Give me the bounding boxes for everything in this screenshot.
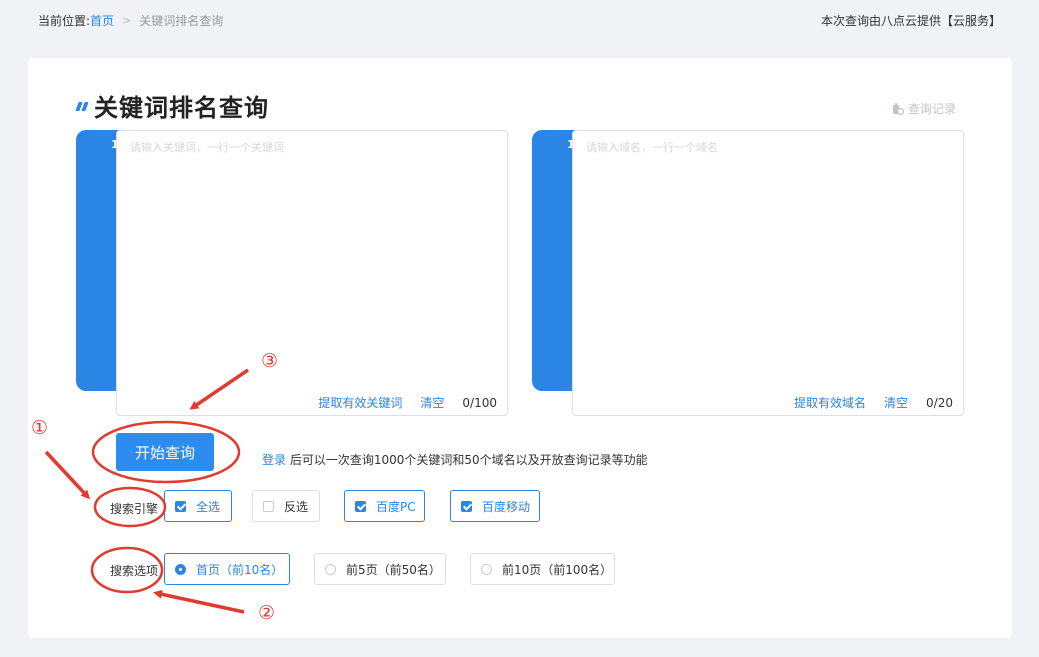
page-title: 关键词排名查询 bbox=[94, 94, 269, 122]
top-bar: 当前位置: 首页 > 关键词排名查询 本次查询由八点云提供【云服务】 bbox=[0, 0, 1039, 40]
engine-label: 搜索引擎 bbox=[110, 502, 159, 516]
main-card: 关键词排名查询 查询记录 1 请输入关键词，一行一个关键词 提取有效关键词 清空… bbox=[28, 58, 1012, 638]
domain-editor-footer: 提取有效域名 清空 0/20 bbox=[794, 394, 953, 411]
radio-icon bbox=[175, 563, 186, 575]
option-label: 前5页（前50名） bbox=[346, 562, 441, 577]
extract-keywords-link[interactable]: 提取有效关键词 bbox=[318, 394, 402, 411]
clear-keywords-link[interactable]: 清空 bbox=[420, 394, 444, 411]
checkbox-icon bbox=[175, 500, 186, 512]
engine-option-invert[interactable]: 反选 bbox=[252, 490, 320, 522]
search-option-top-5-pages[interactable]: 前5页（前50名） bbox=[314, 553, 446, 585]
breadcrumb-current: 关键词排名查询 bbox=[139, 14, 224, 28]
login-link[interactable]: 登录 bbox=[262, 453, 286, 467]
radio-icon bbox=[481, 563, 492, 575]
option-label: 前10页（前100名） bbox=[502, 562, 613, 577]
start-query-button[interactable]: 开始查询 bbox=[116, 433, 214, 471]
option-label: 首页（前10名） bbox=[196, 562, 284, 577]
title-mark-icon bbox=[75, 101, 89, 111]
login-tip: 登录 后可以一次查询1000个关键词和50个域名以及开放查询记录等功能 bbox=[262, 451, 648, 468]
search-option-top-10-pages[interactable]: 前10页（前100名） bbox=[470, 553, 615, 585]
option-label: 反选 bbox=[284, 499, 309, 514]
annotation-number-two: ② bbox=[258, 602, 276, 624]
option-label: 百度PC bbox=[376, 499, 416, 514]
keyword-count: 0/100 bbox=[462, 395, 497, 410]
login-tip-text: 后可以一次查询1000个关键词和50个域名以及开放查询记录等功能 bbox=[286, 453, 648, 467]
annotation-number-three: ③ bbox=[261, 350, 279, 372]
domain-input[interactable]: 请输入域名，一行一个域名 提取有效域名 清空 0/20 bbox=[572, 130, 964, 416]
radio-icon bbox=[325, 563, 336, 575]
breadcrumb-prefix: 当前位置: bbox=[38, 14, 91, 28]
option-label: 百度移动 bbox=[482, 499, 531, 514]
history-label: 查询记录 bbox=[907, 102, 956, 116]
checkbox-icon bbox=[461, 500, 472, 512]
breadcrumb: 当前位置: 首页 > 关键词排名查询 bbox=[38, 12, 223, 29]
breadcrumb-home-link[interactable]: 首页 bbox=[90, 12, 114, 29]
engine-option-baidu-mobile[interactable]: 百度移动 bbox=[450, 490, 540, 522]
search-option-label: 搜索选项 bbox=[110, 564, 159, 578]
keyword-input[interactable]: 请输入关键词，一行一个关键词 提取有效关键词 清空 0/100 bbox=[116, 130, 508, 416]
annotation-number-one: ① bbox=[31, 417, 49, 439]
page-header: 关键词排名查询 bbox=[75, 88, 269, 123]
provider-text: 本次查询由八点云提供【云服务】 bbox=[820, 14, 1001, 28]
domain-editor: 1 请输入域名，一行一个域名 提取有效域名 清空 0/20 bbox=[532, 130, 964, 416]
history-link[interactable]: 查询记录 bbox=[892, 100, 956, 117]
checkbox-icon bbox=[263, 500, 274, 512]
history-icon bbox=[892, 102, 904, 115]
chevron-right-icon: > bbox=[122, 14, 132, 27]
checkbox-icon bbox=[355, 500, 366, 512]
engine-option-baidu-pc[interactable]: 百度PC bbox=[344, 490, 425, 522]
search-option-first-page[interactable]: 首页（前10名） bbox=[164, 553, 290, 585]
extract-domains-link[interactable]: 提取有效域名 bbox=[794, 394, 866, 411]
keyword-editor-footer: 提取有效关键词 清空 0/100 bbox=[318, 394, 497, 411]
option-label: 全选 bbox=[196, 499, 221, 514]
clear-domains-link[interactable]: 清空 bbox=[884, 394, 908, 411]
keyword-placeholder: 请输入关键词，一行一个关键词 bbox=[130, 141, 284, 154]
domain-placeholder: 请输入域名，一行一个域名 bbox=[586, 141, 718, 154]
keyword-editor: 1 请输入关键词，一行一个关键词 提取有效关键词 清空 0/100 bbox=[76, 130, 508, 416]
domain-count: 0/20 bbox=[926, 395, 953, 410]
engine-option-select-all[interactable]: 全选 bbox=[164, 490, 232, 522]
